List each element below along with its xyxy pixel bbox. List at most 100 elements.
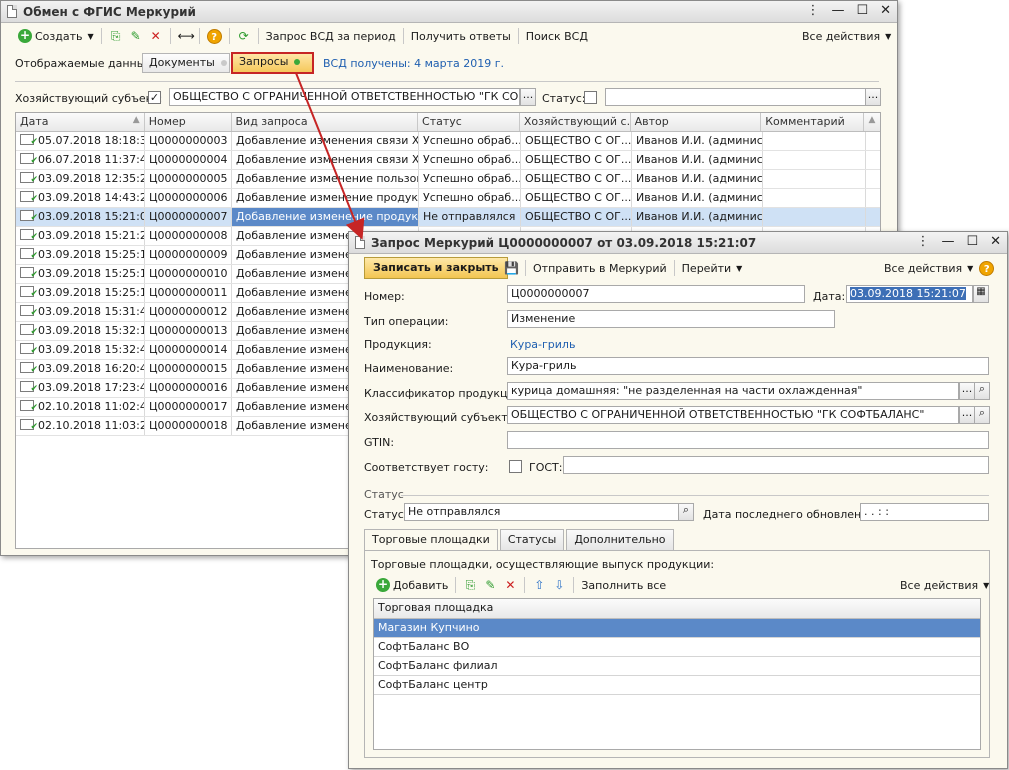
gtin-field[interactable] (507, 431, 989, 449)
tab-statuses[interactable]: Статусы (499, 529, 565, 550)
col-kind[interactable]: Вид запроса (232, 113, 419, 131)
op-type-field[interactable]: Изменение (507, 310, 835, 328)
cell-num: Ц0000000004 (145, 151, 232, 169)
fill-all-button[interactable]: Заполнить все (578, 579, 669, 592)
table-row[interactable]: 03.09.2018 14:43:22Ц0000000006Добавление… (16, 189, 880, 208)
add-button[interactable]: + Добавить (373, 578, 451, 592)
cell-entity: ОБЩЕСТВО С ОГ... (521, 151, 632, 169)
classifier-field[interactable]: курица домашняя: "не разделенная на част… (507, 382, 959, 400)
get-answers-button[interactable]: Получить ответы (408, 30, 514, 43)
minimize-icon[interactable]: — (941, 234, 954, 249)
modal-help-button[interactable]: ? (976, 260, 997, 276)
entity-select-button[interactable]: ... (520, 88, 536, 106)
entity-field[interactable]: ОБЩЕСТВО С ОГРАНИЧЕННОЙ ОТВЕТСТВЕННОСТЬЮ… (507, 406, 959, 424)
menu-icon[interactable]: ⋮ (916, 234, 929, 249)
cell-author: Иванов И.И. (админис... (632, 132, 763, 150)
name-field[interactable]: Кура-гриль (507, 357, 989, 375)
vsd-received-link[interactable]: ВСД получены: 4 марта 2019 г. (323, 57, 504, 70)
document-check-icon (20, 343, 38, 358)
status-filter-field[interactable] (605, 88, 866, 106)
cell-comment (763, 208, 866, 226)
document-check-icon (20, 172, 38, 187)
table-row[interactable]: 06.07.2018 11:37:48Ц0000000004Добавление… (16, 151, 880, 170)
col-comment[interactable]: Комментарий (761, 113, 865, 131)
tp-row[interactable]: Магазин Купчино (374, 619, 980, 638)
copy-button[interactable]: ⎘ (106, 29, 126, 43)
modal-all-actions-button[interactable]: Все действия ▼ (881, 262, 976, 275)
table-row[interactable]: 05.07.2018 18:18:36Ц0000000003Добавление… (16, 132, 880, 151)
document-icon (7, 5, 17, 18)
cell-kind: Добавление изменения связи Х... (232, 151, 419, 169)
entity-search-button[interactable]: ⌕ (974, 406, 990, 424)
document-check-icon (20, 210, 38, 225)
move-up-button[interactable]: ⇧ (529, 578, 549, 592)
product-label: Продукция: (364, 338, 432, 351)
edit-button[interactable]: ✎ (480, 578, 500, 592)
move-down-button[interactable]: ⇩ (549, 578, 569, 592)
table-row[interactable]: 03.09.2018 12:35:27Ц0000000005Добавление… (16, 170, 880, 189)
create-button[interactable]: + Создать ▼ (15, 29, 97, 43)
gost-match-checkbox[interactable] (509, 460, 522, 473)
maximize-icon[interactable]: ☐ (856, 3, 868, 18)
tp-row[interactable]: СофтБаланс центр (374, 676, 980, 695)
tp-all-actions-button[interactable]: Все действия ▼ (897, 579, 992, 592)
delete-button[interactable]: ✕ (146, 29, 166, 43)
search-vsd-button[interactable]: Поиск ВСД (523, 30, 591, 43)
number-field[interactable]: Ц0000000007 (507, 285, 805, 303)
tab-additional[interactable]: Дополнительно (566, 529, 674, 550)
status-select-button[interactable]: ... (865, 88, 881, 106)
all-actions-button[interactable]: Все действия ▼ (799, 30, 894, 43)
table-row[interactable]: 03.09.2018 15:21:07Ц0000000007Добавление… (16, 208, 880, 227)
col-author[interactable]: Автор (631, 113, 762, 131)
close-icon[interactable]: ✕ (990, 234, 1001, 249)
tp-body: Магазин Купчино СофтБаланс ВО СофтБаланс ф… (374, 619, 980, 695)
number-label: Номер: (364, 290, 405, 303)
col-date[interactable]: Дата ▲ (16, 113, 145, 131)
documents-toggle[interactable]: Документы (142, 53, 230, 73)
delete-button[interactable]: ✕ (500, 578, 520, 592)
minimize-icon[interactable]: — (831, 3, 844, 18)
request-vsd-button[interactable]: Запрос ВСД за период (263, 30, 399, 43)
cell-entity: ОБЩЕСТВО С ОГ... (521, 208, 632, 226)
status-filter-checkbox[interactable] (584, 91, 597, 104)
requests-toggle[interactable]: Запросы (231, 52, 314, 74)
col-status[interactable]: Статус (418, 113, 520, 131)
close-icon[interactable]: ✕ (880, 3, 891, 18)
goto-button[interactable]: Перейти ▼ (679, 262, 746, 275)
entity-filter-field[interactable]: ОБЩЕСТВО С ОГРАНИЧЕННОЙ ОТВЕТСТВЕННОСТЬЮ… (169, 88, 520, 106)
save-button[interactable]: 💾 (501, 261, 521, 275)
maximize-icon[interactable]: ☐ (966, 234, 978, 249)
tp-row[interactable]: СофтБаланс ВО (374, 638, 980, 657)
cell-num: Ц0000000018 (145, 417, 232, 435)
help-button[interactable]: ? (204, 28, 225, 44)
refresh-button[interactable]: ⟳ (234, 29, 254, 43)
status-search-button[interactable]: ⌕ (678, 503, 694, 521)
floppy-icon: 💾 (504, 261, 519, 275)
product-link[interactable]: Кура-гриль (510, 338, 575, 351)
edit-button[interactable]: ✎ (126, 29, 146, 43)
date-field[interactable]: 03.09.2018 15:21:07 (846, 285, 973, 303)
document-check-icon (20, 229, 38, 244)
cell-num: Ц0000000008 (145, 227, 232, 245)
menu-icon[interactable]: ⋮ (806, 3, 819, 18)
tp-column-header[interactable]: Торговая площадка (374, 599, 980, 619)
col-entity[interactable]: Хозяйствующий с... (520, 113, 631, 131)
copy-button[interactable]: ⎘ (460, 578, 480, 592)
scroll-up-icon[interactable]: ▲ (864, 113, 880, 131)
calendar-button[interactable]: ▦ (973, 285, 989, 303)
col-number[interactable]: Номер (145, 113, 232, 131)
gost-match-label: Соответствует госту: (364, 461, 489, 474)
tp-row[interactable]: СофтБаланс филиал (374, 657, 980, 676)
status-field[interactable]: Не отправлялся (404, 503, 679, 521)
entity-select-button[interactable]: ... (959, 406, 975, 424)
last-update-field[interactable]: . . : : (860, 503, 989, 521)
reference-button[interactable]: ⟷ (175, 29, 195, 43)
entity-filter-checkbox[interactable]: ✓ (148, 91, 161, 104)
classifier-select-button[interactable]: ... (959, 382, 975, 400)
tab-trading-places[interactable]: Торговые площадки (364, 529, 498, 551)
gost-field[interactable] (563, 456, 989, 474)
send-mercury-button[interactable]: Отправить в Меркурий (530, 262, 670, 275)
save-close-button[interactable]: Записать и закрыть (364, 257, 508, 279)
classifier-search-button[interactable]: ⌕ (974, 382, 990, 400)
modal-title: Запрос Меркурий Ц0000000007 от 03.09.201… (371, 235, 757, 250)
